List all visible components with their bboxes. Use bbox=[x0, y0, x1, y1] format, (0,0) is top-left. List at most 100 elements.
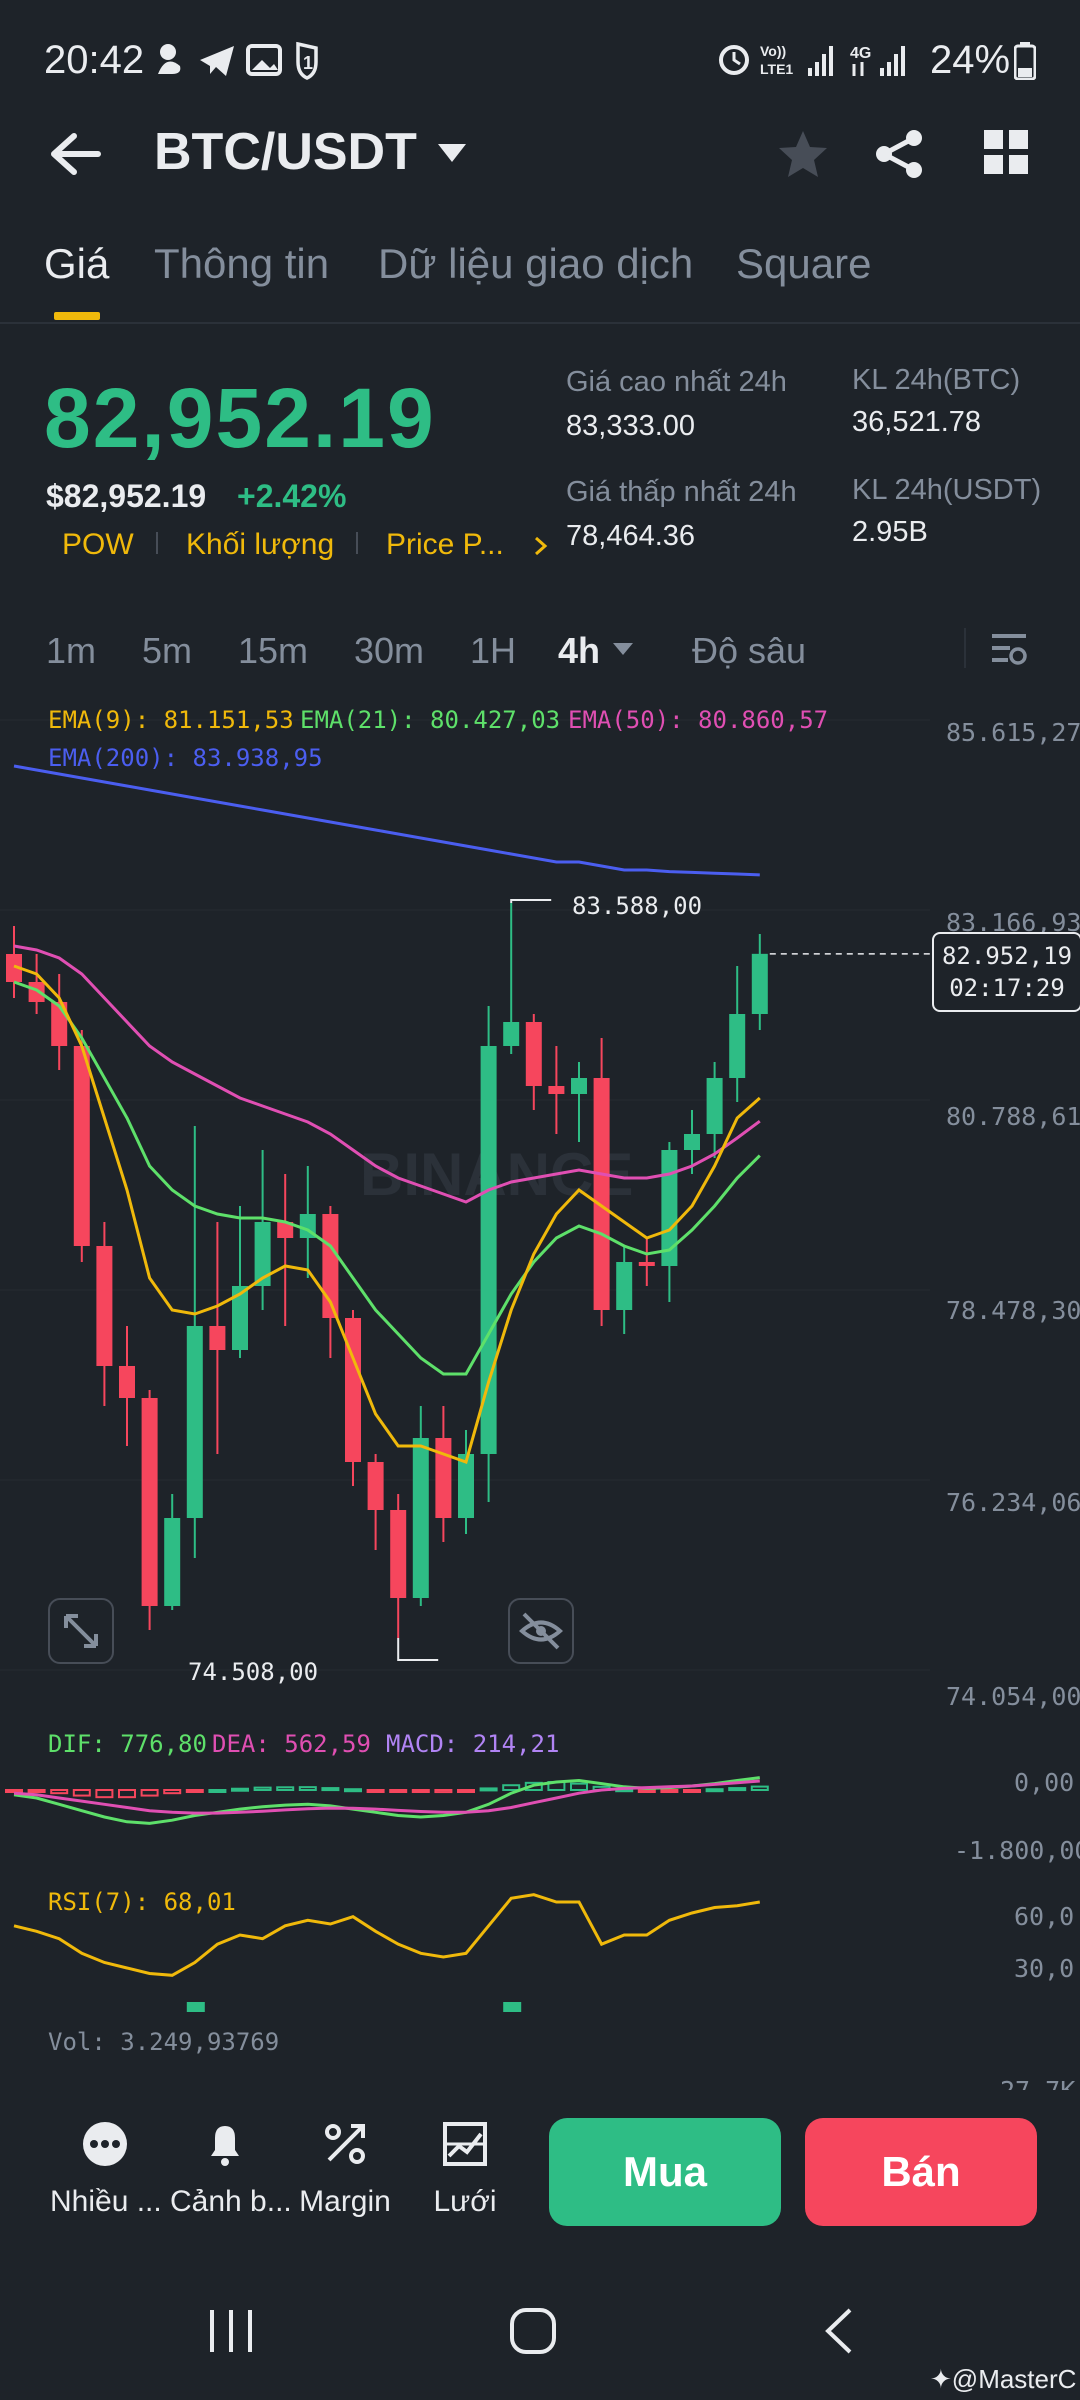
star-icon[interactable] bbox=[776, 128, 830, 180]
eye-off-icon bbox=[518, 1612, 564, 1650]
macd-axis-label: -1.800,00 bbox=[954, 1836, 1080, 1865]
macd-bar bbox=[231, 1787, 249, 1792]
diamond-icon: ✦ bbox=[930, 2364, 952, 2394]
candle-body bbox=[593, 1078, 610, 1310]
tag-price-protection[interactable]: Price P... bbox=[386, 528, 504, 562]
candle-countdown: 02:17:29 bbox=[949, 974, 1065, 1002]
margin-icon bbox=[325, 2124, 365, 2164]
candle-body bbox=[480, 1046, 497, 1454]
pair-title[interactable]: BTC/USDT bbox=[154, 122, 417, 182]
tag-pow[interactable]: POW bbox=[62, 528, 134, 562]
interval-5m[interactable]: 5m bbox=[142, 630, 192, 672]
price-axis-label: 80.788,61 bbox=[946, 1102, 1080, 1131]
candle-body bbox=[412, 1438, 429, 1598]
last-price: 82,952.19 bbox=[44, 371, 436, 465]
macd-bar bbox=[298, 1786, 317, 1791]
share-icon[interactable] bbox=[872, 128, 928, 180]
candle-body bbox=[209, 1326, 226, 1350]
vol-usdt-label: KL 24h(USDT) bbox=[852, 474, 1042, 506]
high-leader-line bbox=[510, 898, 552, 903]
macd-bar bbox=[208, 1789, 227, 1793]
tag-volume[interactable]: Khối lượng bbox=[186, 528, 334, 562]
volume-bar bbox=[186, 2002, 205, 2012]
4g-icon: 4G bbox=[850, 45, 871, 76]
ema9-legend: EMA(9): 81.151,53 bbox=[48, 706, 294, 734]
grid-bot-label: Lưới bbox=[433, 2185, 497, 2218]
signal-icon bbox=[808, 46, 833, 76]
macd-bar bbox=[502, 1784, 521, 1792]
candle-body bbox=[729, 1014, 746, 1078]
interval-depth[interactable]: Độ sâu bbox=[692, 630, 806, 672]
macd-bar bbox=[321, 1787, 340, 1792]
candle-body bbox=[525, 1022, 542, 1086]
margin-label: Margin bbox=[299, 2185, 391, 2218]
macd-bar bbox=[479, 1787, 498, 1792]
divider bbox=[964, 628, 966, 668]
candle-body bbox=[390, 1510, 407, 1598]
alert-label: Cảnh b... bbox=[170, 2185, 292, 2218]
macd-dea-legend: DEA: 562,59 bbox=[212, 1730, 371, 1758]
candle-body bbox=[141, 1398, 158, 1606]
ema200-legend: EMA(200): 83.938,95 bbox=[48, 744, 323, 772]
buy-button[interactable]: Mua bbox=[549, 2118, 781, 2226]
chevron-down-icon[interactable] bbox=[436, 142, 468, 164]
low-24h-value: 78,464.36 bbox=[566, 520, 696, 552]
hide-indicators-button[interactable] bbox=[508, 1598, 574, 1664]
home-icon[interactable] bbox=[508, 2306, 558, 2356]
tab-trading-data[interactable]: Dữ liệu giao dịch bbox=[378, 240, 693, 288]
sell-button[interactable]: Bán bbox=[805, 2118, 1037, 2226]
candle-body bbox=[345, 1318, 361, 1462]
margin-button[interactable]: Margin bbox=[290, 2120, 400, 2219]
status-bar: 20:42 1 Vo)) LTE1 4G 24% bbox=[0, 0, 1080, 120]
recent-apps-icon[interactable] bbox=[206, 2308, 256, 2354]
status-time: 20:42 bbox=[44, 38, 145, 82]
macd-bar bbox=[72, 1789, 91, 1797]
candle-body bbox=[751, 953, 768, 1014]
interval-4h[interactable]: 4h bbox=[558, 630, 600, 672]
more-button[interactable]: Nhiều ... bbox=[50, 2120, 162, 2219]
price-axis-label: 74.054,00 bbox=[946, 1682, 1080, 1711]
interval-15m[interactable]: 15m bbox=[238, 630, 308, 672]
grid-bot-button[interactable]: Lưới bbox=[410, 2120, 520, 2219]
back-arrow-icon[interactable] bbox=[48, 130, 104, 178]
tag-separator bbox=[156, 532, 158, 554]
ema-lines bbox=[13, 764, 761, 1464]
credit-text: @MasterC bbox=[951, 2364, 1077, 2394]
alert-button[interactable]: Cảnh b... bbox=[170, 2120, 292, 2219]
candle-body bbox=[684, 1134, 700, 1150]
rsi-axis-label: 60,0 bbox=[1014, 1902, 1075, 1931]
back-nav-icon[interactable] bbox=[822, 2308, 856, 2354]
gallery-icon bbox=[246, 44, 282, 76]
candle-body bbox=[186, 1326, 203, 1518]
shield-1-icon: 1 bbox=[296, 41, 318, 80]
candle-body bbox=[28, 982, 45, 1002]
interval-30m[interactable]: 30m bbox=[354, 630, 424, 672]
price-axis-label: 85.615,27 bbox=[946, 718, 1080, 747]
signal-icon bbox=[880, 46, 905, 76]
interval-1h[interactable]: 1H bbox=[470, 630, 516, 672]
candle-body bbox=[706, 1078, 723, 1134]
volume-bar bbox=[503, 2002, 522, 2012]
vol-legend: Vol: 3.249,93769 bbox=[48, 2028, 280, 2056]
interval-1m[interactable]: 1m bbox=[46, 630, 96, 672]
chart-settings-icon[interactable] bbox=[990, 630, 1028, 668]
ema50-legend: EMA(50): 80.860,57 bbox=[568, 706, 829, 734]
mascot-icon bbox=[158, 44, 181, 74]
telegram-icon bbox=[200, 46, 234, 76]
fullscreen-button[interactable] bbox=[48, 1598, 114, 1664]
current-price-box: 82.952,19 02:17:29 bbox=[932, 932, 1080, 1012]
tab-info[interactable]: Thông tin bbox=[154, 240, 329, 288]
macd-bar bbox=[660, 1789, 679, 1793]
candle-body bbox=[367, 1462, 384, 1510]
tab-square[interactable]: Square bbox=[736, 240, 871, 288]
macd-bar bbox=[95, 1789, 114, 1799]
candle-body bbox=[119, 1366, 135, 1398]
low-annotation: 74.508,00 bbox=[188, 1658, 319, 1686]
vol-btc-label: KL 24h(BTC) bbox=[852, 364, 1021, 396]
tab-price[interactable]: Giá bbox=[44, 240, 109, 288]
chevron-right-icon[interactable] bbox=[534, 536, 548, 556]
layout-grid-icon[interactable] bbox=[984, 130, 1028, 174]
macd-bar bbox=[389, 1789, 408, 1793]
candle-body bbox=[616, 1262, 633, 1310]
interval-dropdown-icon[interactable] bbox=[612, 642, 634, 656]
